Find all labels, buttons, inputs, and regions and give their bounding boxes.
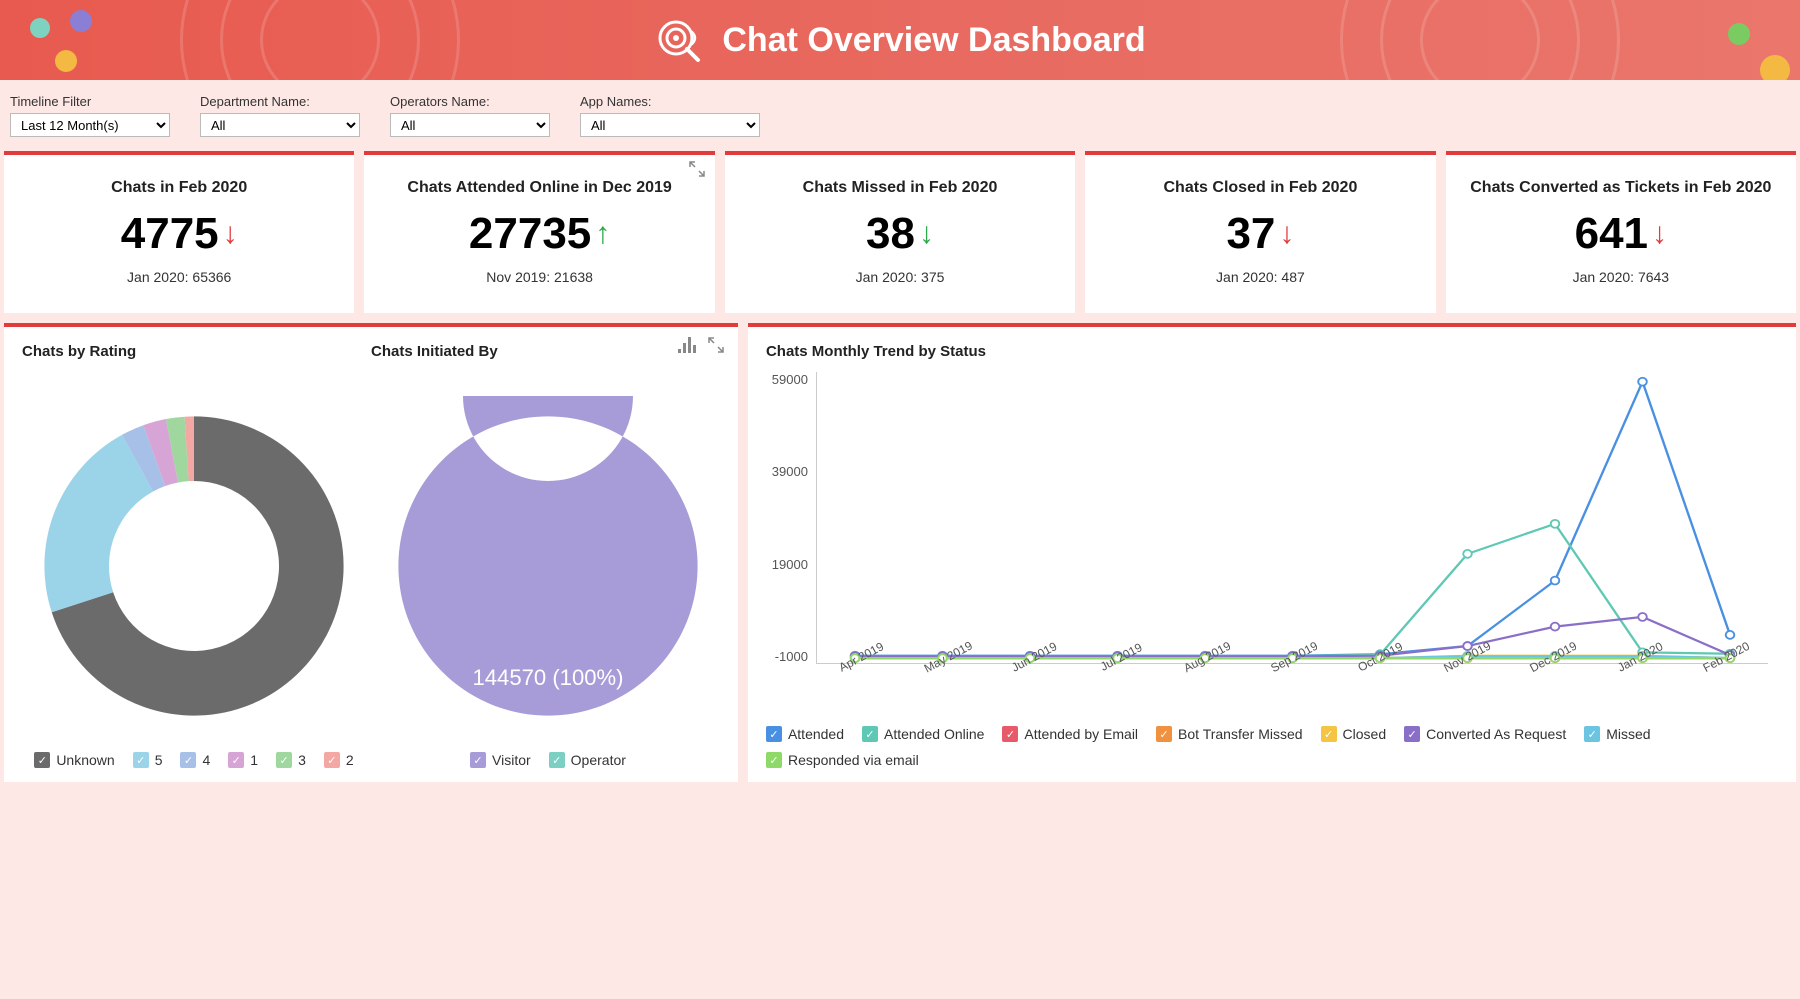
- kpi-card: Chats Closed in Feb 2020 37 ↓ Jan 2020: 48…: [1085, 151, 1435, 313]
- legend-item[interactable]: ✓Converted As Request: [1404, 726, 1566, 742]
- legend-item[interactable]: ✓2: [324, 752, 354, 768]
- filter-bar: Timeline Filter Last 12 Month(s) Departm…: [0, 80, 1800, 151]
- kpi-card: Chats Converted as Tickets in Feb 2020 64…: [1446, 151, 1796, 313]
- legend-item[interactable]: ✓Bot Transfer Missed: [1156, 726, 1303, 742]
- operators-filter-label: Operators Name:: [390, 94, 550, 109]
- department-filter-select[interactable]: All: [200, 113, 360, 137]
- trend-legend: ✓Attended ✓Attended Online ✓Attended by Em…: [766, 726, 1778, 768]
- trend-chart-title: Chats Monthly Trend by Status: [766, 343, 1778, 360]
- department-filter-label: Department Name:: [200, 94, 360, 109]
- rating-chart-title: Chats by Rating: [22, 343, 136, 360]
- apps-filter-label: App Names:: [580, 94, 760, 109]
- legend-item[interactable]: ✓Operator: [549, 752, 626, 768]
- legend-item[interactable]: ✓Attended Online: [862, 726, 984, 742]
- kpi-subtext: Nov 2019: 21638: [382, 269, 696, 285]
- kpi-subtext: Jan 2020: 65366: [22, 269, 336, 285]
- svg-text:144570 (100%): 144570 (100%): [472, 665, 623, 690]
- kpi-title: Chats Missed in Feb 2020: [743, 179, 1057, 197]
- kpi-value: 27735 ↑: [469, 209, 610, 259]
- dashboard-logo-icon: [654, 16, 702, 64]
- legend-item[interactable]: ✓Unknown: [34, 752, 114, 768]
- left-charts-panel: Chats by Rating Chats Initiated By ✓Unkn…: [4, 323, 738, 782]
- expand-icon[interactable]: [689, 161, 705, 182]
- timeline-filter-select[interactable]: Last 12 Month(s): [10, 113, 170, 137]
- kpi-value: 37 ↓: [1226, 209, 1294, 259]
- timeline-filter-label: Timeline Filter: [10, 94, 170, 109]
- initiated-chart-title: Chats Initiated By: [371, 343, 498, 360]
- kpi-card: Chats in Feb 2020 4775 ↓ Jan 2020: 65366: [4, 151, 354, 313]
- legend-item[interactable]: ✓Missed: [1584, 726, 1650, 742]
- apps-filter-select[interactable]: All: [580, 113, 760, 137]
- kpi-value: 4775 ↓: [121, 209, 238, 259]
- rating-donut-chart: [24, 396, 364, 736]
- kpi-value: 38 ↓: [866, 209, 934, 259]
- kpi-subtext: Jan 2020: 375: [743, 269, 1057, 285]
- kpi-subtext: Jan 2020: 487: [1103, 269, 1417, 285]
- page-title: Chat Overview Dashboard: [722, 21, 1145, 60]
- operators-filter-select[interactable]: All: [390, 113, 550, 137]
- legend-item[interactable]: ✓3: [276, 752, 306, 768]
- kpi-cards-row: Chats in Feb 20204775 ↓Jan 2020: 65366Ch…: [0, 151, 1800, 313]
- legend-item[interactable]: ✓Responded via email: [766, 752, 919, 768]
- expand-icon[interactable]: [708, 337, 724, 358]
- kpi-card: Chats Attended Online in Dec 2019 27735 ↑…: [364, 151, 714, 313]
- kpi-subtext: Jan 2020: 7643: [1464, 269, 1778, 285]
- kpi-title: Chats Closed in Feb 2020: [1103, 179, 1417, 197]
- legend-item[interactable]: ✓Attended: [766, 726, 844, 742]
- kpi-title: Chats Converted as Tickets in Feb 2020: [1464, 179, 1778, 197]
- initiated-legend: ✓Visitor ✓Operator: [470, 752, 626, 768]
- rating-legend: ✓Unknown ✓5 ✓4 ✓1 ✓3 ✓2: [34, 752, 353, 768]
- kpi-card: Chats Missed in Feb 2020 38 ↓ Jan 2020: 37…: [725, 151, 1075, 313]
- page-header: Chat Overview Dashboard: [0, 0, 1800, 80]
- legend-item[interactable]: ✓5: [133, 752, 163, 768]
- trend-arrow-icon: ↓: [1652, 217, 1667, 251]
- kpi-title: Chats Attended Online in Dec 2019: [382, 179, 696, 197]
- trend-line-chart: 590003900019000-1000 Apr 2019May 2019Jun…: [816, 372, 1768, 714]
- trend-arrow-icon: ↑: [595, 217, 610, 251]
- initiated-donut-chart: 144570 (100%): [378, 396, 718, 736]
- table-view-icon[interactable]: [678, 337, 696, 358]
- legend-item[interactable]: ✓Visitor: [470, 752, 531, 768]
- trend-arrow-icon: ↓: [1279, 217, 1294, 251]
- trend-arrow-icon: ↓: [223, 217, 238, 251]
- legend-item[interactable]: ✓Closed: [1321, 726, 1387, 742]
- legend-item[interactable]: ✓4: [180, 752, 210, 768]
- kpi-title: Chats in Feb 2020: [22, 179, 336, 197]
- trend-arrow-icon: ↓: [919, 217, 934, 251]
- legend-item[interactable]: ✓1: [228, 752, 258, 768]
- kpi-value: 641 ↓: [1575, 209, 1667, 259]
- legend-item[interactable]: ✓Attended by Email: [1002, 726, 1138, 742]
- trend-panel: Chats Monthly Trend by Status 5900039000…: [748, 323, 1796, 782]
